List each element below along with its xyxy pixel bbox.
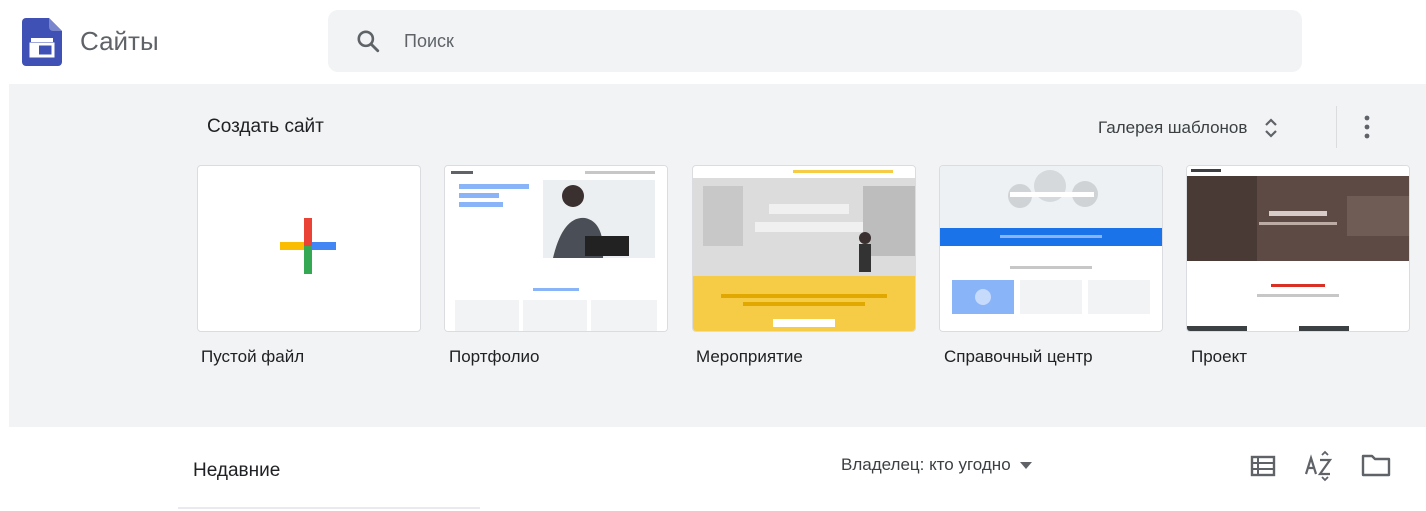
list-top-divider — [178, 507, 480, 509]
template-card-blank[interactable] — [197, 165, 421, 332]
portfolio-thumbnail — [445, 166, 667, 331]
list-view-icon[interactable] — [1250, 454, 1276, 478]
owner-filter-dropdown[interactable]: Владелец: кто угодно — [841, 455, 1033, 475]
search-icon[interactable] — [355, 28, 381, 54]
event-thumbnail — [693, 166, 915, 331]
template-gallery-toggle[interactable]: Галерея шаблонов — [1098, 115, 1281, 141]
template-label-help-center: Справочный центр — [944, 347, 1093, 366]
project-thumbnail — [1187, 166, 1409, 331]
owner-filter-label: Владелец: кто угодно — [841, 455, 1011, 474]
template-label-blank: Пустой файл — [201, 347, 305, 366]
template-card-event[interactable] — [692, 165, 916, 332]
toolbar-divider — [1336, 106, 1337, 148]
template-card-project[interactable] — [1186, 165, 1410, 332]
template-card-portfolio[interactable] — [444, 165, 668, 332]
app-header: Сайты — [0, 0, 1426, 84]
folder-icon[interactable] — [1361, 452, 1391, 478]
template-card-help-center[interactable] — [939, 165, 1163, 332]
search-input[interactable] — [392, 22, 1296, 60]
plus-icon — [280, 218, 336, 274]
template-gallery-label: Галерея шаблонов — [1098, 118, 1248, 137]
help-center-thumbnail — [940, 166, 1162, 331]
dropdown-icon — [1019, 462, 1032, 469]
unfold-icon — [1265, 118, 1278, 138]
create-site-title: Создать сайт — [207, 116, 324, 137]
recent-title: Недавние — [193, 460, 281, 481]
template-label-project: Проект — [1191, 347, 1247, 366]
template-label-portfolio: Портфолио — [449, 347, 540, 366]
template-label-event: Мероприятие — [696, 347, 803, 366]
sort-az-icon[interactable] — [1303, 450, 1335, 482]
sites-logo-icon[interactable] — [22, 18, 62, 66]
app-title[interactable]: Сайты — [80, 26, 159, 57]
more-vert-icon[interactable] — [1355, 112, 1379, 142]
